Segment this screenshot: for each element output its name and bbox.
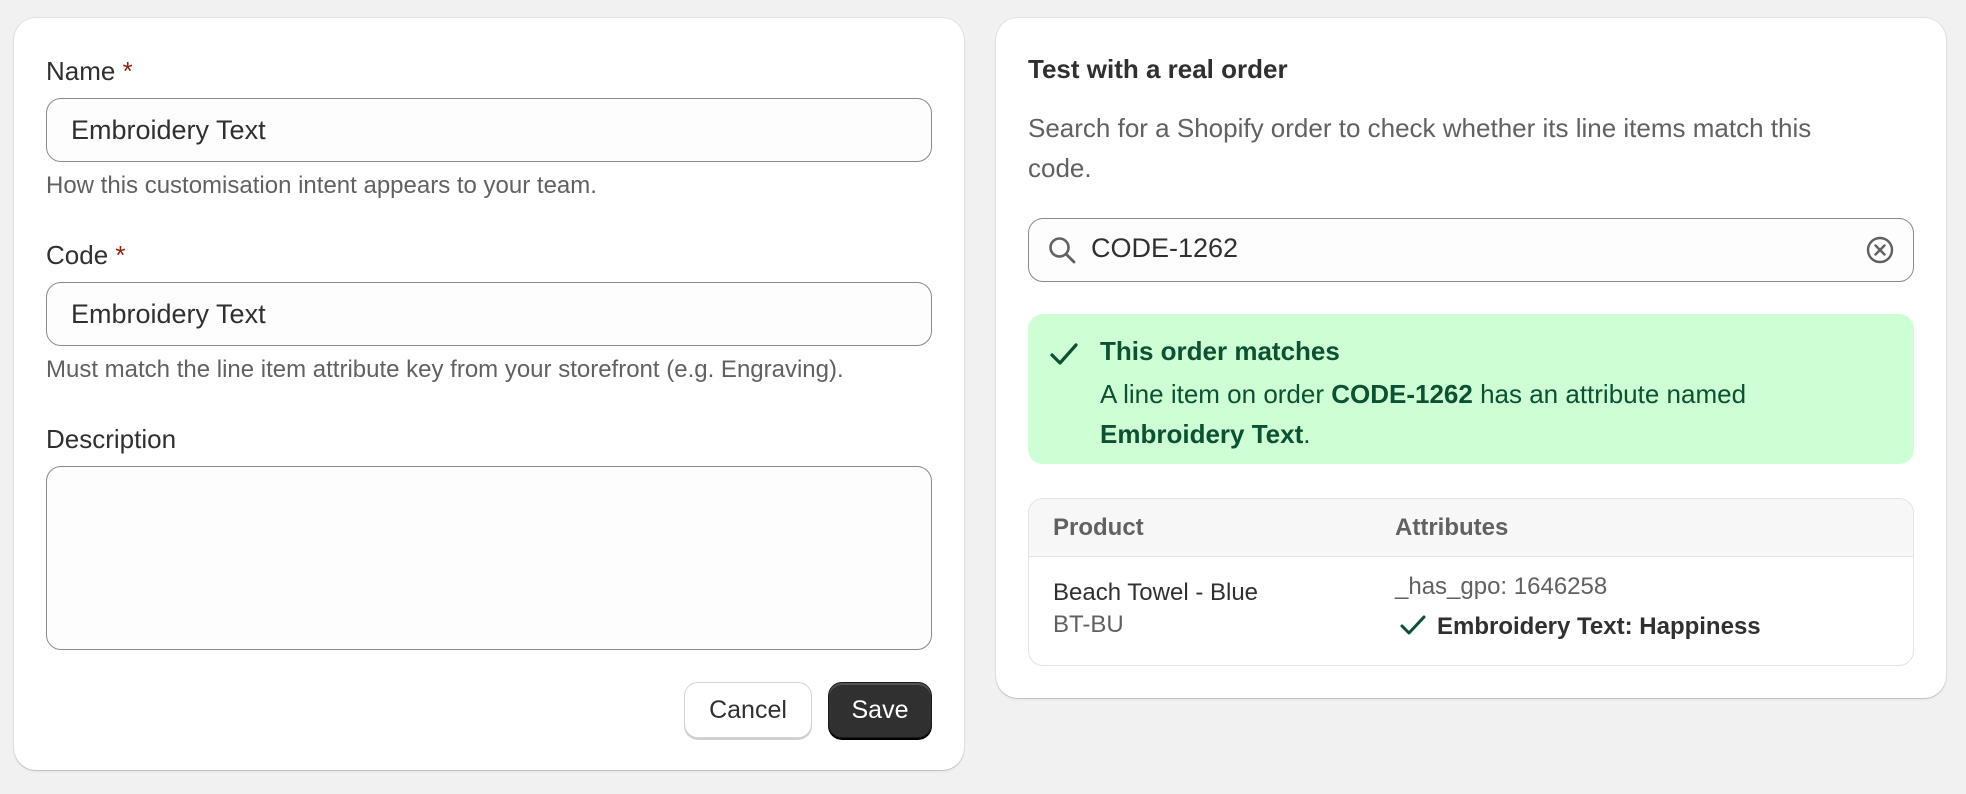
banner-body-mid: has an attribute named — [1472, 379, 1747, 409]
order-search-value: CODE-1262 — [1091, 233, 1239, 263]
test-order-card: Test with a real order Search for a Shop… — [996, 18, 1946, 698]
name-label: Name * — [46, 56, 133, 87]
banner-body-prefix: A line item on order — [1100, 379, 1332, 409]
code-label-text: Code — [46, 240, 109, 270]
match-success-banner: This order matches A line item on order … — [1028, 314, 1914, 464]
table-header: Product Attributes — [1029, 499, 1913, 557]
description-textarea[interactable] — [46, 466, 932, 650]
required-marker: * — [115, 240, 126, 270]
column-header-attributes: Attributes — [1395, 514, 1509, 541]
order-search-input[interactable]: CODE-1262 — [1028, 218, 1914, 282]
banner-body: A line item on order CODE-1262 has an at… — [1100, 374, 1880, 454]
search-icon — [1049, 237, 1076, 264]
banner-attribute-name: Embroidery Text — [1100, 419, 1304, 449]
name-input[interactable]: Embroidery Text — [46, 98, 932, 162]
attribute-item: _has_gpo: 1646258 — [1395, 573, 1608, 600]
product-name: Beach Towel - Blue — [1053, 579, 1259, 606]
matched-checkmark-icon — [1400, 615, 1426, 635]
test-title: Test with a real order — [1028, 54, 1288, 84]
edit-form-card: Name * Embroidery Text How this customis… — [14, 18, 964, 770]
name-label-text: Name — [46, 56, 116, 86]
test-subtitle: Search for a Shopify order to check whet… — [1028, 113, 1812, 183]
line-items-table: Product Attributes Beach Towel - Blue BT… — [1028, 498, 1914, 666]
code-help-text: Must match the line item attribute key f… — [46, 356, 844, 383]
cancel-button[interactable]: Cancel — [684, 682, 812, 738]
save-button[interactable]: Save — [828, 682, 932, 738]
clear-search-icon[interactable] — [1865, 235, 1895, 265]
checkmark-icon — [1050, 343, 1078, 365]
banner-body-suffix: . — [1303, 419, 1311, 449]
name-help-text: How this customisation intent appears to… — [46, 172, 597, 199]
name-input-value: Embroidery Text — [71, 114, 266, 145]
column-header-product: Product — [1053, 514, 1144, 541]
required-marker: * — [122, 56, 133, 86]
code-label: Code * — [46, 240, 126, 271]
banner-order-number: CODE-1262 — [1331, 379, 1473, 409]
description-label: Description — [46, 424, 177, 454]
code-input-value: Embroidery Text — [71, 298, 266, 329]
attribute-item-matched: Embroidery Text: Happiness — [1437, 613, 1761, 640]
product-sku: BT-BU — [1053, 611, 1124, 638]
code-input[interactable]: Embroidery Text — [46, 282, 932, 346]
banner-title: This order matches — [1100, 336, 1340, 366]
